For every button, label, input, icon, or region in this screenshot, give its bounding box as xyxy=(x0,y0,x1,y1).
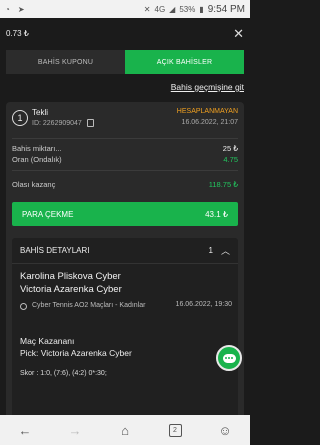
bet-number: 1 xyxy=(12,110,28,126)
signal-icon: ◢ xyxy=(169,4,176,14)
team-home: Karolina Pliskova Cyber xyxy=(20,271,121,282)
details-title: BAHİS DETAYLARI xyxy=(20,246,90,255)
market-name: Maç Kazananı xyxy=(20,336,75,346)
potential-label: Olası kazanç xyxy=(12,180,56,189)
bet-header: 1 Tekli ID: 2262909047 HESAPLANMAYAN 16.… xyxy=(12,108,238,134)
status-badge: HESAPLANMAYAN xyxy=(176,108,238,115)
chat-icon xyxy=(222,353,236,363)
odds-value: 4.75 xyxy=(223,155,238,164)
chrome-icon: ◔ xyxy=(5,4,10,14)
bet-tabs: BAHİS KUPONU AÇIK BAHİSLER xyxy=(6,50,244,74)
back-arrow-icon[interactable]: ← xyxy=(10,418,40,442)
tennis-ball-icon xyxy=(20,303,27,310)
team-away: Victoria Azarenka Cyber xyxy=(20,284,122,295)
bet-id-row: ID: 2262909047 xyxy=(32,119,94,127)
browser-nav-bar: ← → ⌂ 2 ☺ xyxy=(0,415,250,445)
divider xyxy=(12,170,238,171)
copy-icon[interactable] xyxy=(86,119,94,127)
odds-label: Oran (Ondalık) xyxy=(12,155,62,164)
tab-count: 2 xyxy=(168,423,182,437)
home-icon[interactable]: ⌂ xyxy=(110,418,140,442)
stake-value: 25 ₺ xyxy=(222,144,238,153)
battery-icon: ▮ xyxy=(199,4,204,14)
bet-card: 1 Tekli ID: 2262909047 HESAPLANMAYAN 16.… xyxy=(6,102,244,437)
tab-open-bets[interactable]: AÇIK BAHİSLER xyxy=(125,50,244,74)
account-icon[interactable]: ☺ xyxy=(210,418,240,442)
bet-date: 16.06.2022, 21:07 xyxy=(181,119,238,126)
live-score: Skor : 1:0, (7:6), (4:2) 0*:30; xyxy=(20,370,107,377)
bet-id: ID: 2262909047 xyxy=(32,119,82,127)
send-icon: ➤ xyxy=(17,4,25,14)
chevron-up-icon[interactable]: ︿ xyxy=(221,244,230,257)
league-name: Cyber Tennis AO2 Maçları - Kadınlar xyxy=(32,302,146,309)
close-icon[interactable]: ✕ xyxy=(233,27,244,40)
stake-label: Bahis miktarı... xyxy=(12,144,62,153)
match-teams: Karolina Pliskova Cyber Victoria Azarenk… xyxy=(20,270,232,296)
mute-icon: ✕ xyxy=(143,4,151,14)
top-bar: 0.73 ₺ ✕ xyxy=(0,18,250,48)
bet-type: Tekli xyxy=(32,108,49,117)
cashout-label: PARA ÇEKME xyxy=(22,209,74,219)
potential-row: Olası kazanç 118.75 ₺ xyxy=(12,180,238,189)
balance: 0.73 ₺ xyxy=(6,28,29,38)
pick: Pick: Victoria Azarenka Cyber xyxy=(20,348,132,358)
tab-bet-slip[interactable]: BAHİS KUPONU xyxy=(6,50,125,74)
forward-arrow-icon[interactable]: → xyxy=(60,418,90,442)
selection-count: 1 xyxy=(208,246,213,255)
cashout-button[interactable]: PARA ÇEKME 43.1 ₺ xyxy=(12,202,238,226)
odds-row: Oran (Ondalık) 4.75 xyxy=(12,155,238,164)
chat-button[interactable] xyxy=(216,345,242,371)
bet-details-header[interactable]: BAHİS DETAYLARI 1 ︿ xyxy=(12,238,238,264)
bet-history-link[interactable]: Bahis geçmişine git xyxy=(171,82,244,92)
bet-details: BAHİS DETAYLARI 1 ︿ Karolina Pliskova Cy… xyxy=(12,238,238,428)
cashout-amount: 43.1 ₺ xyxy=(205,209,228,219)
clock: 9:54 PM xyxy=(207,3,245,15)
status-bar: ◔ ➤ ✕ 4G ◢ 53% ▮ 9:54 PM xyxy=(0,0,250,18)
divider xyxy=(12,138,238,139)
tabs-button[interactable]: 2 xyxy=(160,418,190,442)
stake-row: Bahis miktarı... 25 ₺ xyxy=(12,144,238,153)
network-label: 4G xyxy=(154,4,166,14)
battery-label: 53% xyxy=(179,4,196,14)
match-date: 16.06.2022, 19:30 xyxy=(175,301,232,308)
potential-value: 118.75 ₺ xyxy=(208,180,238,189)
